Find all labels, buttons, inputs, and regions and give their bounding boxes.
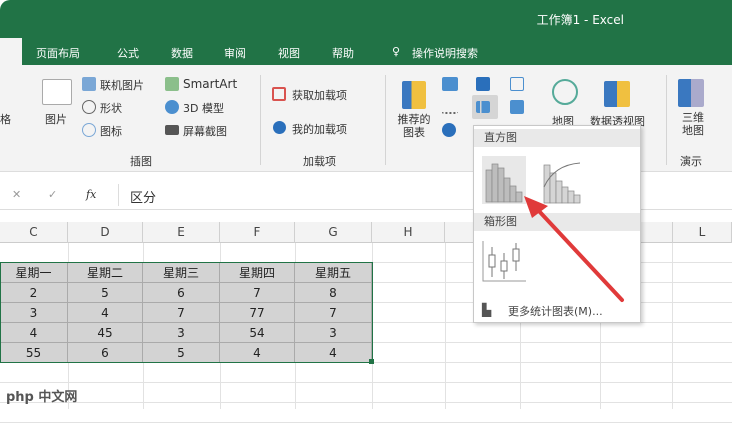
histogram-icon [476,101,490,113]
icons-button[interactable]: 图标 [100,123,122,139]
tab-insert-active[interactable] [0,38,22,65]
pareto-chart-option[interactable] [540,159,584,205]
formula-input[interactable]: 区分 [130,187,156,206]
gridline [0,382,732,383]
3d-model-button[interactable]: 3D 模型 [183,100,224,116]
enter-icon[interactable]: ✓ [48,188,57,201]
fill-handle[interactable] [369,359,374,364]
my-addins-button[interactable]: 我的加载项 [292,121,347,137]
waterfall-chart-icon[interactable] [510,77,524,91]
column-header-d[interactable]: D [68,222,143,243]
tab-review[interactable]: 审阅 [224,45,246,61]
column-header-e[interactable]: E [143,222,220,243]
group-divider [666,75,667,165]
store-icon [272,87,286,101]
gridline [445,243,446,409]
title-bar: 工作簿1 - Excel [0,0,732,38]
boxplot-section-header: 箱形图 [474,213,640,231]
pie-chart-icon[interactable] [442,123,456,137]
histogram-section-header: 直方图 [474,129,640,147]
box-whisker-chart-option[interactable] [482,239,526,283]
tab-help[interactable]: 帮助 [332,45,354,61]
recommended-charts-button[interactable]: 推荐的图表 [396,113,432,139]
combo-chart-icon[interactable] [510,100,524,114]
online-picture-button[interactable]: 联机图片 [100,77,144,93]
3d-map-icon [678,79,704,107]
histogram-chart-option[interactable] [482,156,526,204]
my-addins-icon [273,121,286,134]
tab-page-layout[interactable]: 页面布局 [36,45,80,61]
lightbulb-icon: ♀ [392,45,401,58]
selection-border [0,262,373,363]
partial-label: 格 [0,113,11,126]
shapes-button[interactable]: 形状 [100,100,122,116]
watermark: php 中文网 [6,390,78,405]
screenshot-icon [165,125,179,135]
smartart-icon [165,77,179,91]
shapes-icon [82,100,96,114]
tab-data[interactable]: 数据 [171,45,193,61]
screenshot-button[interactable]: 屏幕截图 [183,123,227,139]
hierarchy-chart-icon[interactable] [476,77,490,91]
more-charts-icon: ▙ [482,303,492,317]
window-title: 工作簿1 - Excel [536,13,624,27]
smartart-button[interactable]: SmartArt [183,77,237,91]
column-header-l[interactable]: L [672,222,732,243]
addins-group-label: 加载项 [303,155,336,168]
column-header-g[interactable]: G [295,222,372,243]
icons-icon [82,123,96,137]
recommended-charts-icon [402,81,426,109]
column-chart-icon[interactable] [442,77,458,91]
column-header-f[interactable]: F [220,222,295,243]
maps-icon [552,79,578,105]
tab-view[interactable]: 视图 [278,45,300,61]
tab-formulas[interactable]: 公式 [117,45,139,61]
pivotchart-icon [604,81,630,107]
ribbon-tabs: 页面布局 公式 数据 审阅 视图 帮助 ♀ 操作说明搜索 [0,38,732,65]
group-divider [260,75,261,165]
online-picture-icon [82,77,96,91]
line-chart-icon[interactable] [442,100,458,114]
divider [118,184,119,206]
cancel-icon[interactable]: ✕ [12,188,21,201]
column-header-c[interactable]: C [0,222,68,243]
picture-button[interactable]: 图片 [45,111,67,127]
tell-me-search[interactable]: 操作说明搜索 [412,45,478,61]
tours-group-label: 演示 [680,155,702,168]
insert-function-button[interactable]: fx [86,188,96,201]
group-divider [385,75,386,165]
more-statistic-charts-item[interactable]: 更多统计图表(M)... [508,303,603,319]
3d-map-button[interactable]: 三维地图 [678,111,708,137]
3d-model-icon [165,100,179,114]
column-header-h[interactable]: H [372,222,445,243]
picture-icon [42,79,72,105]
statistic-chart-dropdown: 直方图 箱形图 ▙ 更多统计图表(M)... [473,125,641,323]
gridline [672,243,673,409]
gridline [0,402,732,403]
get-addins-button[interactable]: 获取加载项 [292,87,347,103]
illustrations-group-label: 插图 [130,155,152,168]
